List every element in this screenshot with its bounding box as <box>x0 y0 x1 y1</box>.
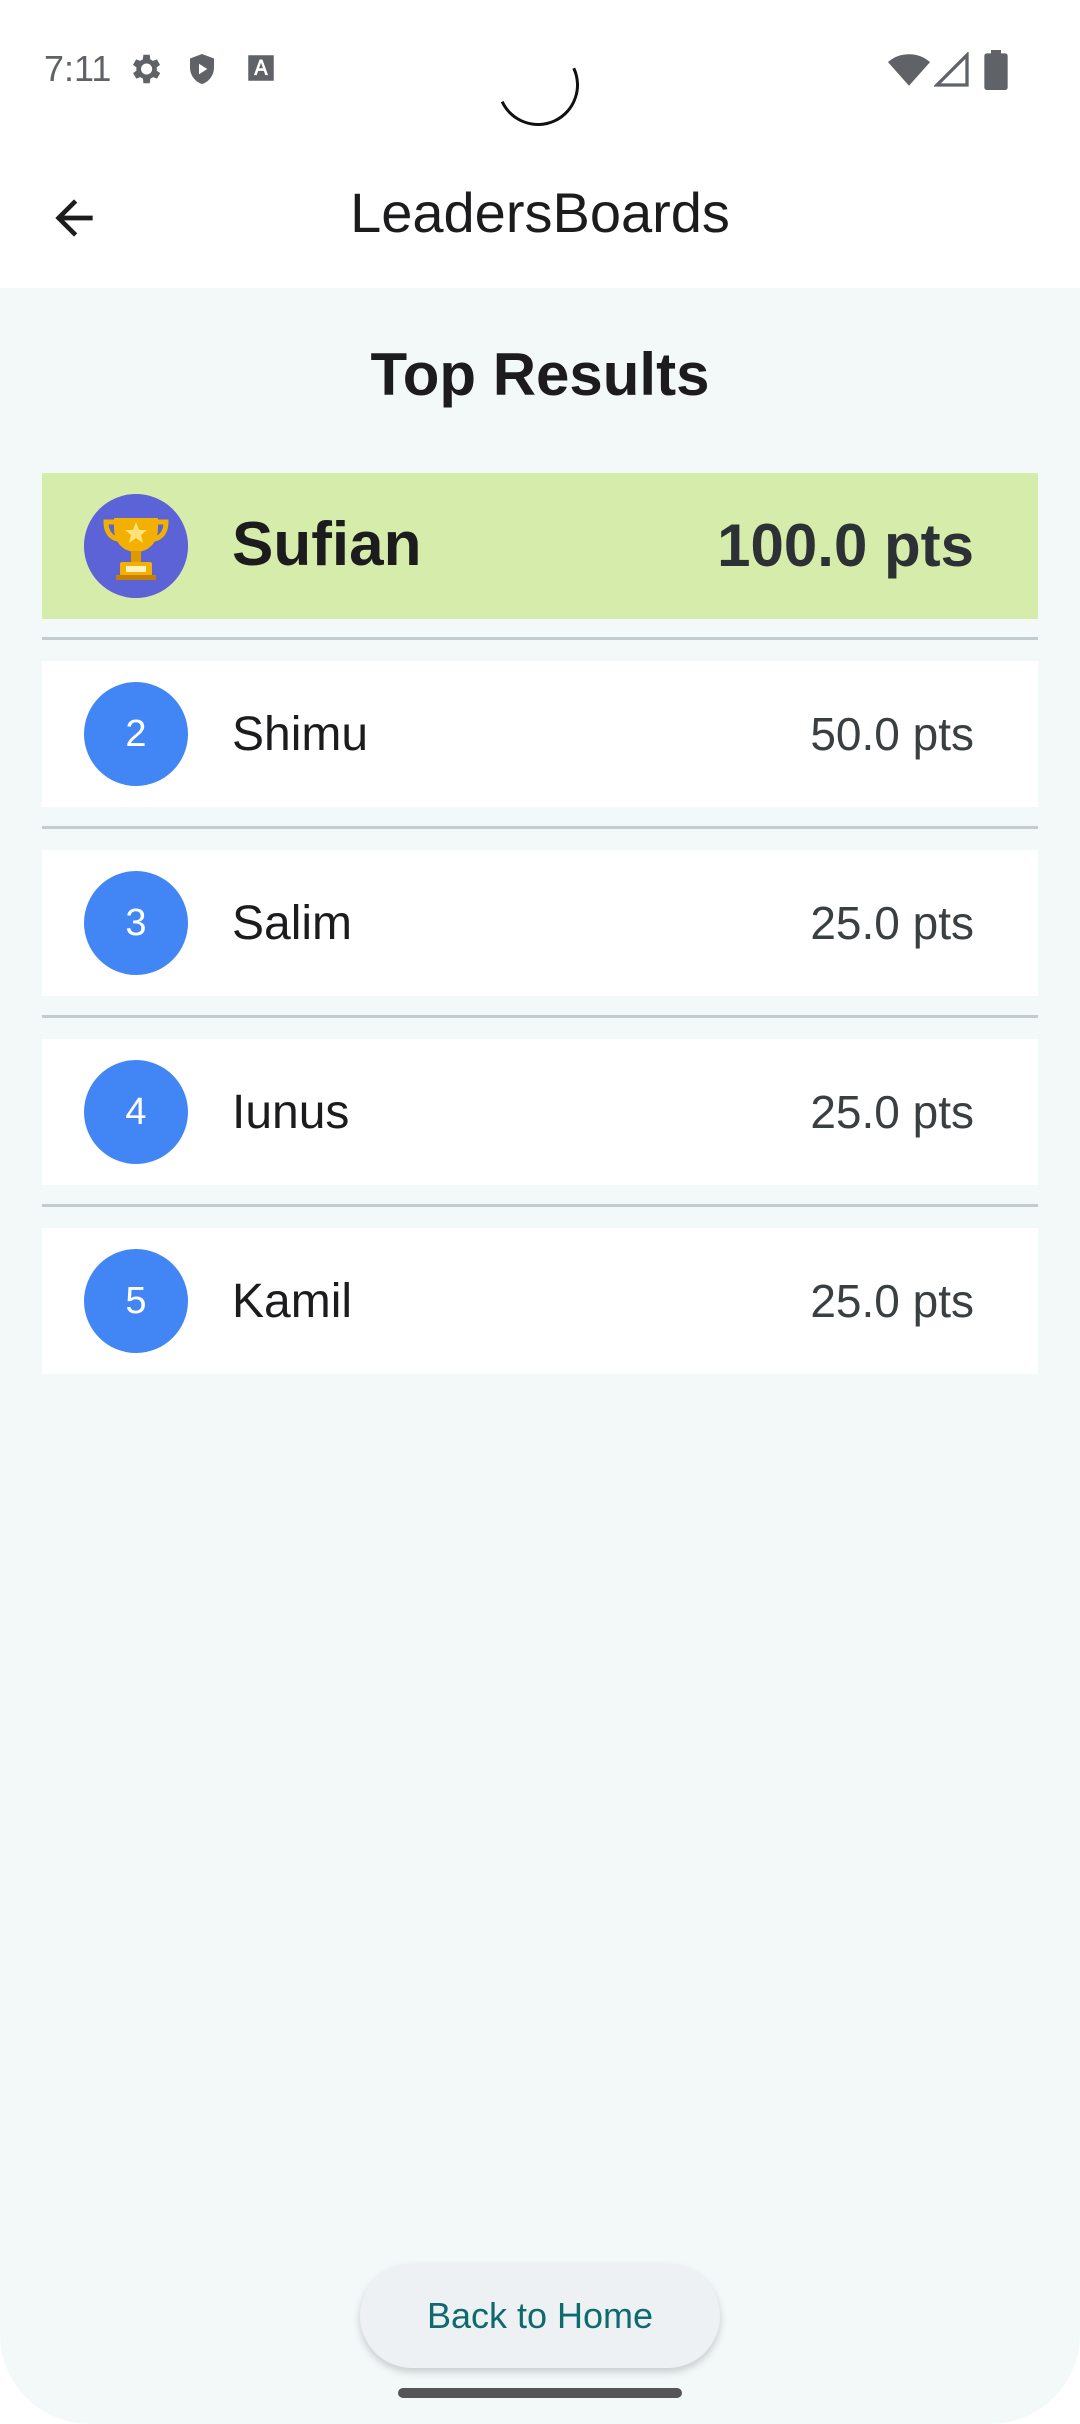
divider <box>42 826 1038 829</box>
font-a-icon <box>248 55 274 81</box>
player-points: 25.0 pts <box>810 897 974 949</box>
section-title: Top Results <box>370 341 710 408</box>
rank-badge: 5 <box>84 1249 188 1353</box>
rank-badge: 3 <box>84 871 188 975</box>
player-name: Iunus <box>232 1086 350 1139</box>
divider <box>42 637 1038 640</box>
rank-badge: 2 <box>84 682 188 786</box>
player-points: 25.0 pts <box>810 1086 974 1138</box>
leaderboard-row-top[interactable]: Sufian 100.0 pts <box>42 473 1038 619</box>
wifi-icon <box>888 54 930 86</box>
back-to-home-button[interactable]: Back to Home <box>360 2264 720 2368</box>
leaderboard-row[interactable]: 5 Kamil 25.0 pts <box>42 1228 1038 1374</box>
battery-icon <box>984 50 1008 90</box>
player-name: Sufian <box>232 510 422 579</box>
player-points: 50.0 pts <box>810 708 974 760</box>
trophy-icon <box>84 494 188 598</box>
player-name: Salim <box>232 897 353 950</box>
rank-badge: 4 <box>84 1060 188 1164</box>
page-title: LeadersBoards <box>350 181 730 244</box>
divider <box>42 1204 1038 1207</box>
player-points: 25.0 pts <box>810 1275 974 1327</box>
divider <box>42 1015 1038 1018</box>
player-name: Shimu <box>232 708 369 761</box>
gear-icon <box>132 54 161 84</box>
leaderboard-row[interactable]: 4 Iunus 25.0 pts <box>42 1039 1038 1185</box>
signal-icon <box>934 52 969 87</box>
leaderboard-screen: Top Results Sufian 100.0 pts 2 Shimu 50.… <box>0 288 1080 2424</box>
status-time: 7:11 <box>44 48 112 89</box>
app-bar: LeadersBoards <box>0 140 1080 288</box>
player-name: Kamil <box>232 1275 353 1328</box>
gesture-handle[interactable] <box>398 2388 682 2398</box>
player-points: 100.0 pts <box>717 512 974 579</box>
shield-play-icon <box>190 54 214 84</box>
status-bar: 7:11 <box>0 0 1080 140</box>
leaderboard-row[interactable]: 3 Salim 25.0 pts <box>42 850 1038 996</box>
leaderboard-row[interactable]: 2 Shimu 50.0 pts <box>42 661 1038 807</box>
camera-cutout <box>485 32 591 138</box>
